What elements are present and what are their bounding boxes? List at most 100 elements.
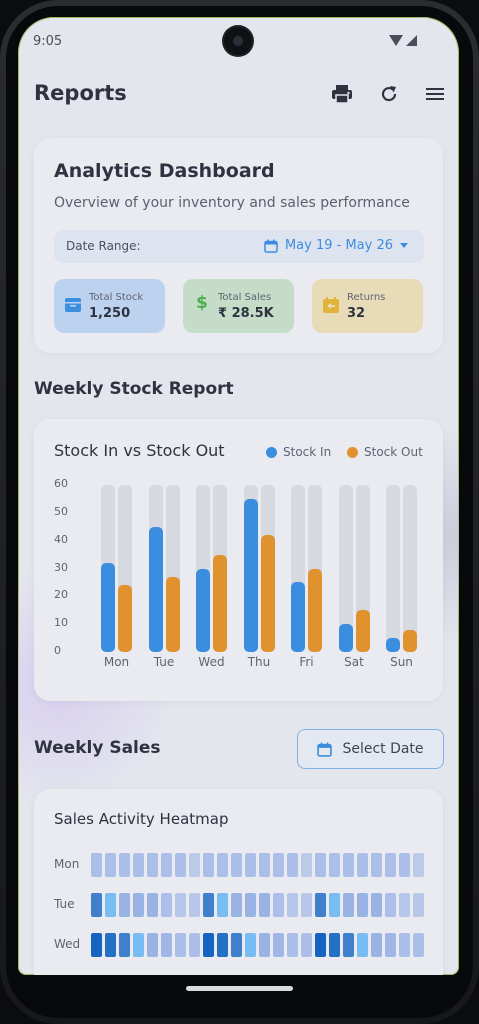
- heatmap-cell[interactable]: [119, 853, 130, 877]
- heatmap-cell[interactable]: [287, 893, 298, 917]
- heatmap-cell[interactable]: [217, 933, 228, 957]
- heatmap-cell[interactable]: [175, 853, 186, 877]
- bar-stock-in-tue[interactable]: [148, 526, 163, 652]
- stat-card-total-sales[interactable]: $ Total Sales ₹ 28.5K: [183, 279, 294, 333]
- heatmap-cell[interactable]: [161, 853, 172, 877]
- heatmap-cell[interactable]: [273, 893, 284, 917]
- refresh-button[interactable]: [376, 81, 402, 107]
- heatmap-cell[interactable]: [133, 933, 144, 957]
- heatmap-cell[interactable]: [203, 853, 214, 877]
- heatmap-cell[interactable]: [161, 893, 172, 917]
- heatmap-cell[interactable]: [329, 933, 340, 957]
- heatmap-cell[interactable]: [133, 853, 144, 877]
- heatmap-cell[interactable]: [343, 853, 354, 877]
- heatmap-cell[interactable]: [357, 893, 368, 917]
- date-range-picker[interactable]: May 19 - May 26: [264, 238, 408, 253]
- bar-stock-out-fri[interactable]: [308, 568, 322, 652]
- heatmap-cell[interactable]: [385, 893, 396, 917]
- heatmap-cell[interactable]: [105, 893, 116, 917]
- system-icons: [389, 35, 417, 46]
- heatmap-cell[interactable]: [217, 893, 228, 917]
- heatmap-cell[interactable]: [357, 933, 368, 957]
- heatmap-cell[interactable]: [91, 933, 102, 957]
- heatmap-cell[interactable]: [301, 893, 312, 917]
- heatmap-cell[interactable]: [245, 933, 256, 957]
- bar-stock-in-sun[interactable]: [386, 638, 400, 652]
- heatmap-cell[interactable]: [399, 853, 410, 877]
- heatmap-cell[interactable]: [357, 853, 368, 877]
- heatmap-cell[interactable]: [315, 853, 326, 877]
- heatmap-cell[interactable]: [105, 853, 116, 877]
- bar-stock-in-thu[interactable]: [243, 498, 258, 652]
- heatmap-cell[interactable]: [287, 933, 298, 957]
- heatmap-cell[interactable]: [245, 893, 256, 917]
- heatmap-cell[interactable]: [287, 853, 298, 877]
- heatmap-cell[interactable]: [385, 933, 396, 957]
- heatmap-cell[interactable]: [203, 933, 214, 957]
- stat-card-total-stock[interactable]: Total Stock 1,250: [54, 279, 165, 333]
- bar-stock-out-sun[interactable]: [403, 629, 417, 652]
- bar-stock-in-mon[interactable]: [101, 562, 115, 652]
- heatmap-cell[interactable]: [329, 893, 340, 917]
- heatmap-cell[interactable]: [161, 933, 172, 957]
- heatmap-cell[interactable]: [189, 933, 200, 957]
- heatmap-cell[interactable]: [315, 933, 326, 957]
- analytics-subtitle: Overview of your inventory and sales per…: [54, 195, 410, 211]
- heatmap-cell[interactable]: [231, 893, 242, 917]
- stat-card-returns[interactable]: Returns 32: [312, 279, 423, 333]
- heatmap-cell[interactable]: [371, 893, 382, 917]
- heatmap-cell[interactable]: [259, 853, 270, 877]
- bar-stock-out-wed[interactable]: [213, 554, 227, 652]
- bar-stock-in-wed[interactable]: [196, 568, 210, 652]
- heatmap-cell[interactable]: [371, 933, 382, 957]
- bar-stock-out-thu[interactable]: [260, 535, 275, 652]
- heatmap-cell[interactable]: [105, 933, 116, 957]
- heatmap-cell[interactable]: [273, 853, 284, 877]
- heatmap-cell[interactable]: [413, 853, 424, 877]
- heatmap-cell[interactable]: [119, 933, 130, 957]
- heatmap-cell[interactable]: [147, 893, 158, 917]
- heatmap-cell[interactable]: [119, 893, 130, 917]
- heatmap-cell[interactable]: [189, 853, 200, 877]
- heatmap-cell[interactable]: [399, 933, 410, 957]
- heatmap-cell[interactable]: [231, 933, 242, 957]
- heatmap-cell[interactable]: [259, 933, 270, 957]
- bar-track: [386, 485, 400, 652]
- heatmap-cell[interactable]: [203, 893, 214, 917]
- bar-stock-in-sat[interactable]: [338, 624, 353, 652]
- heatmap-cell[interactable]: [301, 853, 312, 877]
- bar-stock-in-fri[interactable]: [291, 582, 305, 652]
- heatmap-cell[interactable]: [315, 893, 326, 917]
- heatmap-cell[interactable]: [245, 853, 256, 877]
- bar-stock-out-sat[interactable]: [355, 610, 370, 652]
- print-button[interactable]: [329, 81, 355, 107]
- heatmap-cell[interactable]: [133, 893, 144, 917]
- heatmap-cell[interactable]: [217, 853, 228, 877]
- heatmap-cell[interactable]: [343, 933, 354, 957]
- bar-stock-out-tue[interactable]: [165, 576, 180, 652]
- select-date-label: Select Date: [342, 741, 424, 757]
- heatmap-cell[interactable]: [273, 933, 284, 957]
- heatmap-cell[interactable]: [175, 933, 186, 957]
- menu-button[interactable]: [422, 81, 448, 107]
- heatmap-cell[interactable]: [301, 933, 312, 957]
- gesture-nav-bar[interactable]: [186, 986, 293, 991]
- heatmap-cell[interactable]: [91, 853, 102, 877]
- heatmap-cell[interactable]: [91, 893, 102, 917]
- heatmap-cell[interactable]: [413, 893, 424, 917]
- heatmap-cell[interactable]: [259, 893, 270, 917]
- heatmap-cell[interactable]: [329, 853, 340, 877]
- heatmap-cell[interactable]: [147, 933, 158, 957]
- bar-stock-out-mon[interactable]: [118, 585, 132, 652]
- heatmap-cell[interactable]: [413, 933, 424, 957]
- return-icon: [323, 297, 339, 313]
- heatmap-cell[interactable]: [175, 893, 186, 917]
- select-date-button[interactable]: Select Date: [297, 729, 444, 769]
- heatmap-cell[interactable]: [343, 893, 354, 917]
- heatmap-cell[interactable]: [189, 893, 200, 917]
- heatmap-cell[interactable]: [399, 893, 410, 917]
- heatmap-cell[interactable]: [371, 853, 382, 877]
- heatmap-cell[interactable]: [147, 853, 158, 877]
- heatmap-cell[interactable]: [231, 853, 242, 877]
- heatmap-cell[interactable]: [385, 853, 396, 877]
